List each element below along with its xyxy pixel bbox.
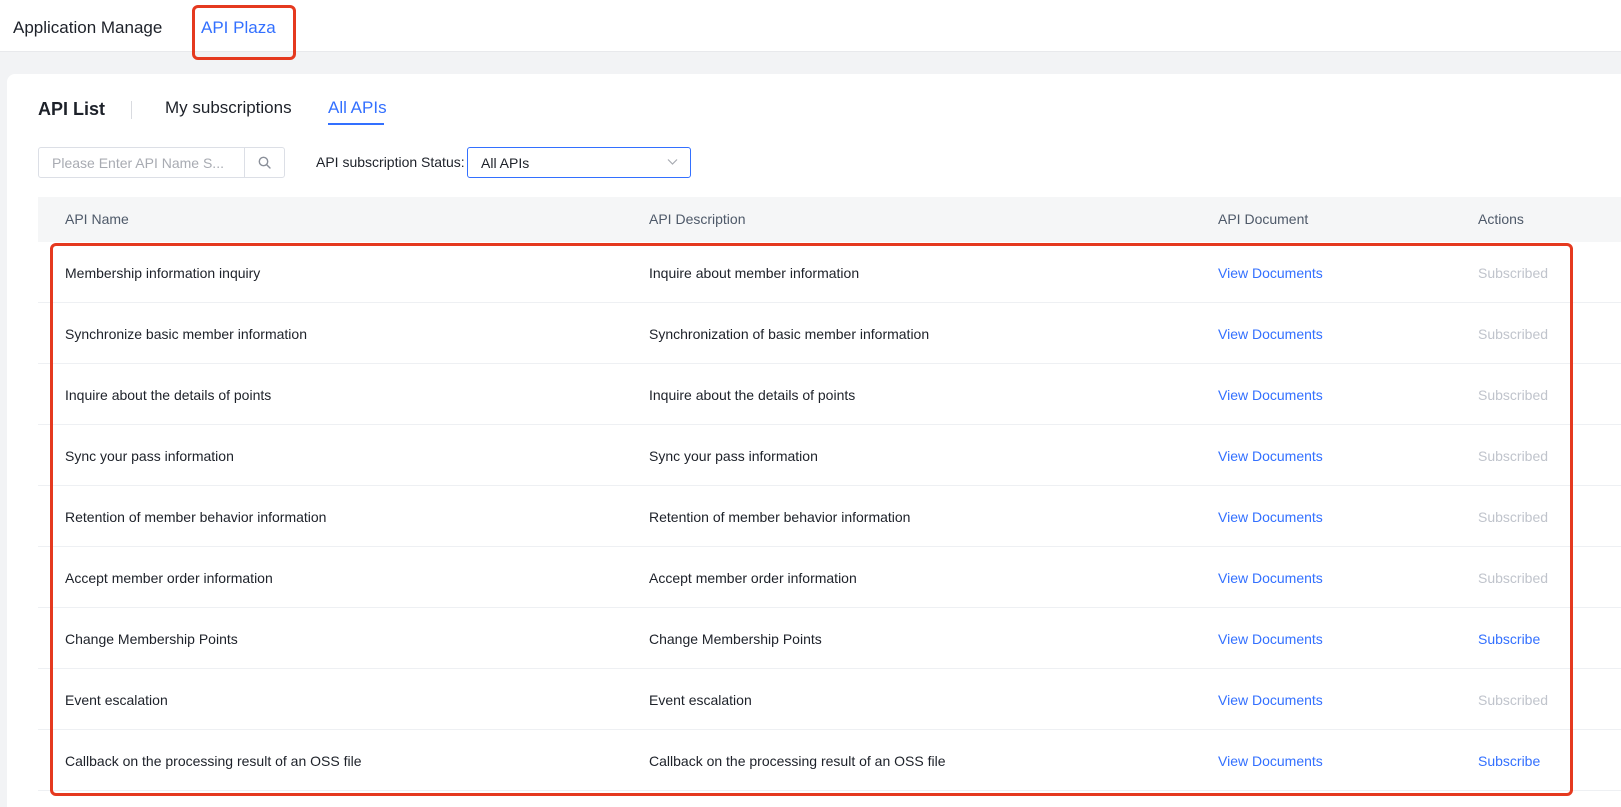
search-box bbox=[38, 147, 285, 178]
api-description: Accept member order information bbox=[649, 570, 857, 586]
api-description: Callback on the processing result of an … bbox=[649, 753, 946, 769]
search-button[interactable] bbox=[244, 148, 284, 177]
api-description: Event escalation bbox=[649, 692, 752, 708]
api-description: Sync your pass information bbox=[649, 448, 818, 464]
api-description: Inquire about member information bbox=[649, 265, 860, 281]
table-row: Sync your pass information Sync your pas… bbox=[38, 425, 1621, 486]
table-header: API Name API Description API Document Ac… bbox=[38, 197, 1621, 242]
api-name: Accept member order information bbox=[65, 570, 273, 586]
view-documents-link[interactable]: View Documents bbox=[1218, 753, 1323, 769]
view-documents-link[interactable]: View Documents bbox=[1218, 448, 1323, 464]
search-input[interactable] bbox=[39, 148, 244, 177]
api-list-card: API List My subscriptions All APIs API s… bbox=[7, 74, 1621, 807]
view-documents-link[interactable]: View Documents bbox=[1218, 326, 1323, 342]
api-list-header: API List My subscriptions All APIs bbox=[7, 74, 1621, 134]
api-name: Event escalation bbox=[65, 692, 168, 708]
table-row: Inquire about the details of points Inqu… bbox=[38, 364, 1621, 425]
table-row: Change Membership Points Change Membersh… bbox=[38, 608, 1621, 669]
subscribed-status: Subscribed bbox=[1478, 570, 1549, 586]
header-api-description: API Description bbox=[649, 211, 746, 227]
header-api-document: API Document bbox=[1218, 211, 1309, 227]
title-divider bbox=[131, 101, 132, 119]
table-row: Callback on the processing result of an … bbox=[38, 730, 1621, 791]
api-name: Synchronize basic member information bbox=[65, 326, 307, 342]
table-row: Synchronize basic member information Syn… bbox=[38, 303, 1621, 364]
page-title: API List bbox=[38, 99, 106, 119]
chevron-down-icon bbox=[667, 159, 678, 165]
subscribed-status: Subscribed bbox=[1478, 387, 1549, 403]
api-table-body: Membership information inquiry Inquire a… bbox=[38, 242, 1621, 791]
subscribe-button[interactable]: Subscribe bbox=[1478, 753, 1540, 769]
search-icon bbox=[258, 156, 271, 169]
table-row: Accept member order information Accept m… bbox=[38, 547, 1621, 608]
tab-my-subscriptions[interactable]: My subscriptions bbox=[165, 98, 292, 118]
subscribed-status: Subscribed bbox=[1478, 448, 1549, 464]
subscription-status-select[interactable]: All APIs bbox=[467, 147, 691, 178]
view-documents-link[interactable]: View Documents bbox=[1218, 509, 1323, 525]
top-navigation: Application Manage API Plaza bbox=[0, 0, 1621, 52]
api-description: Synchronization of basic member informat… bbox=[649, 326, 930, 342]
subscribed-status: Subscribed bbox=[1478, 265, 1549, 281]
api-description: Retention of member behavior information bbox=[649, 509, 911, 525]
subscribed-status: Subscribed bbox=[1478, 692, 1549, 708]
api-name: Membership information inquiry bbox=[65, 265, 261, 281]
subscribe-button[interactable]: Subscribe bbox=[1478, 631, 1540, 647]
subscribed-status: Subscribed bbox=[1478, 509, 1549, 525]
api-name: Callback on the processing result of an … bbox=[65, 753, 362, 769]
table-row: Event escalation Event escalation View D… bbox=[38, 669, 1621, 730]
view-documents-link[interactable]: View Documents bbox=[1218, 692, 1323, 708]
tab-api-plaza[interactable]: API Plaza bbox=[201, 17, 276, 39]
tab-application-manage[interactable]: Application Manage bbox=[13, 17, 162, 39]
view-documents-link[interactable]: View Documents bbox=[1218, 631, 1323, 647]
view-documents-link[interactable]: View Documents bbox=[1218, 265, 1323, 281]
api-description: Change Membership Points bbox=[649, 631, 822, 647]
subscription-status-value: All APIs bbox=[481, 155, 530, 171]
active-tab-indicator bbox=[328, 123, 384, 125]
view-documents-link[interactable]: View Documents bbox=[1218, 570, 1323, 586]
table-row: Membership information inquiry Inquire a… bbox=[38, 242, 1621, 303]
api-name: Sync your pass information bbox=[65, 448, 234, 464]
view-documents-link[interactable]: View Documents bbox=[1218, 387, 1323, 403]
api-name: Inquire about the details of points bbox=[65, 387, 272, 403]
api-description: Inquire about the details of points bbox=[649, 387, 856, 403]
subscribed-status: Subscribed bbox=[1478, 326, 1549, 342]
subscription-status-label: API subscription Status: bbox=[316, 154, 465, 170]
tab-all-apis[interactable]: All APIs bbox=[328, 98, 387, 118]
header-api-name: API Name bbox=[65, 211, 129, 227]
api-name: Change Membership Points bbox=[65, 631, 238, 647]
header-actions: Actions bbox=[1478, 211, 1524, 227]
api-name: Retention of member behavior information bbox=[65, 509, 327, 525]
table-row: Retention of member behavior information… bbox=[38, 486, 1621, 547]
